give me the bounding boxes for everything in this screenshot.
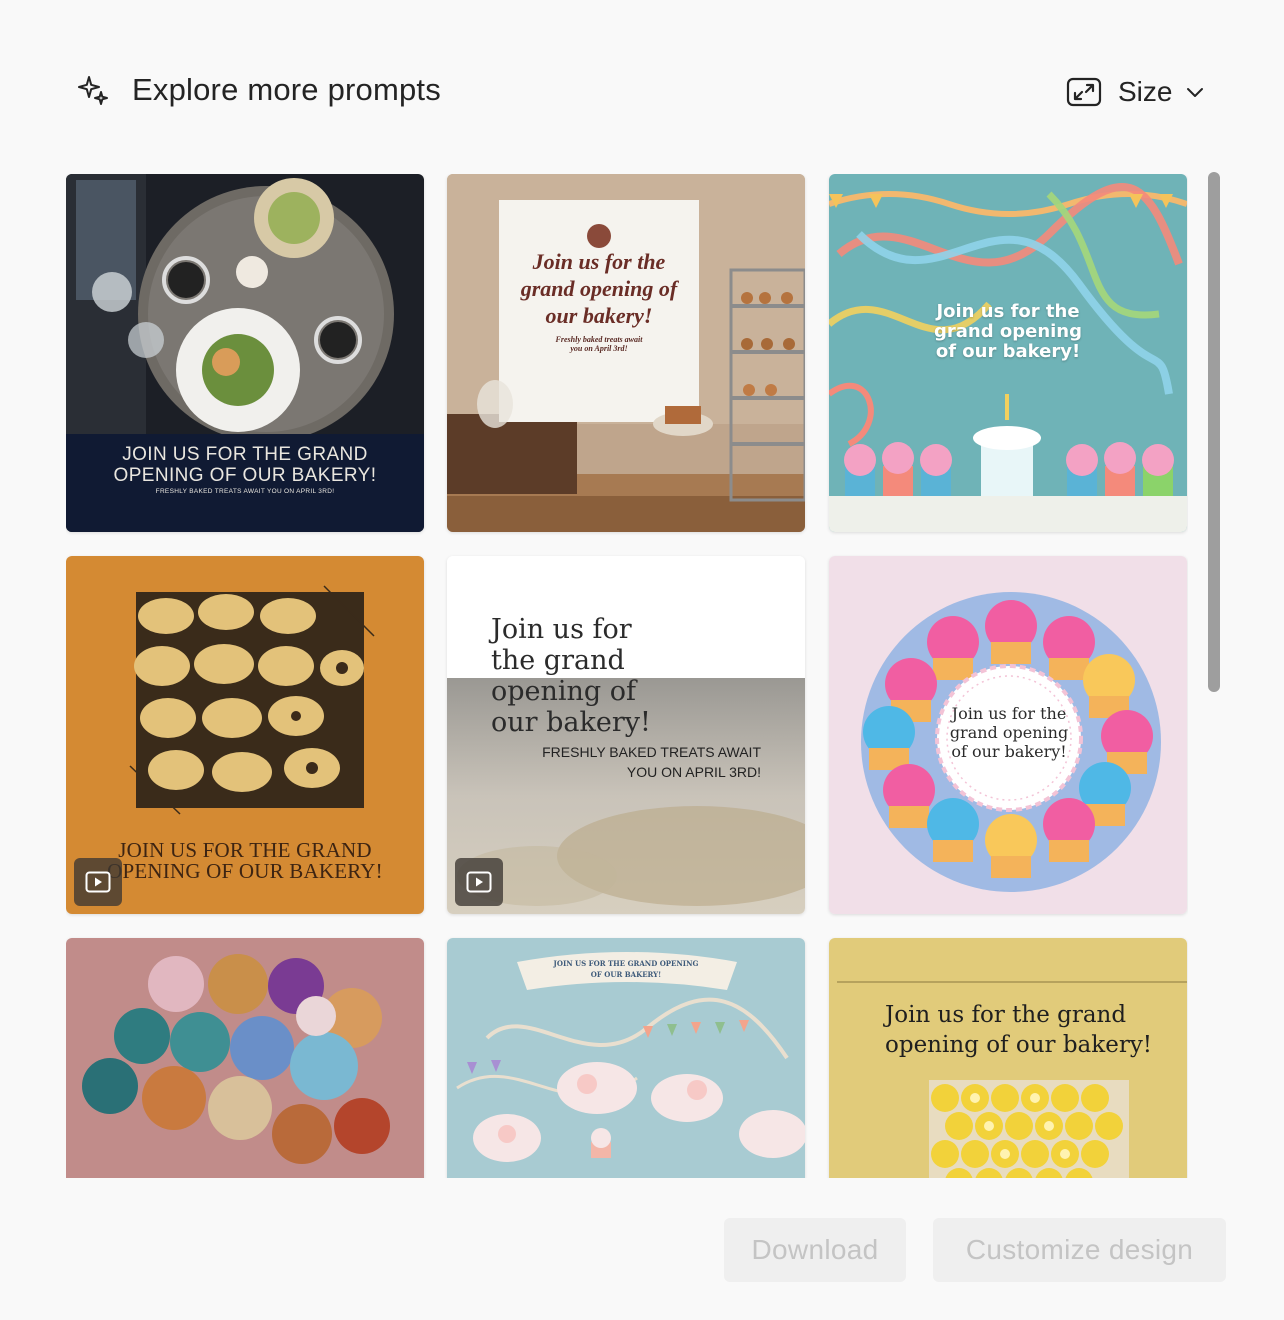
card-heading-line: JOIN US FOR THE GRAND <box>122 444 368 465</box>
card-heading-line: OPENING OF OUR BAKERY! <box>113 465 377 486</box>
video-play-icon <box>85 871 111 893</box>
download-button[interactable]: Download <box>724 1218 906 1282</box>
template-card-navy[interactable]: JOIN US FOR THE GRAND OPENING OF OUR BAK… <box>66 174 424 532</box>
expand-icon <box>1066 77 1102 107</box>
card-heading-line: Join us for the <box>936 301 1080 322</box>
template-card-teal-ribbons[interactable]: Join us for the grand opening of our bak… <box>829 174 1187 532</box>
page-title: Explore more prompts <box>132 72 441 107</box>
card-heading-line: grand opening of <box>520 276 678 301</box>
template-card-bakery-interior[interactable]: Join us for the grand opening of our bak… <box>447 174 805 532</box>
card-heading-line: of our bakery! <box>935 341 1081 362</box>
card-subtext: YOU ON APRIL 3RD! <box>626 764 761 780</box>
chevron-down-icon <box>1187 88 1204 97</box>
title-group: Explore more prompts <box>78 72 441 108</box>
card-image <box>447 174 805 532</box>
card-subtext: you on April 3rd! <box>570 344 628 353</box>
card-heading-line: the grand <box>491 645 625 676</box>
template-card-yellow-tarts[interactable]: Join us for the grand opening of our bak… <box>829 938 1187 1178</box>
scrollbar-thumb[interactable] <box>1208 172 1220 692</box>
card-banner-line: OF OUR BAKERY! <box>590 970 662 979</box>
customize-design-button[interactable]: Customize design <box>933 1218 1226 1282</box>
template-card-pastel-clouds[interactable]: JOIN US FOR THE GRAND OPENING OF OUR BAK… <box>447 938 805 1178</box>
card-image <box>66 938 424 1178</box>
video-badge <box>455 858 503 906</box>
size-dropdown-button[interactable]: Size <box>1066 72 1204 112</box>
card-subtext: FRESHLY BAKED TREATS AWAIT <box>542 744 761 760</box>
card-heading-line: opening of <box>491 676 637 707</box>
template-card-orange-pastries[interactable]: JOIN US FOR THE GRAND OPENING OF OUR BAK… <box>66 556 424 914</box>
card-heading-line: Join us for the <box>532 249 666 274</box>
card-heading-line: opening of our bakery! <box>885 1032 1153 1058</box>
sparkle-icon <box>78 76 108 105</box>
video-badge <box>74 858 122 906</box>
template-card-white-blur[interactable]: Join us for the grand opening of our bak… <box>447 556 805 914</box>
size-label: Size <box>1118 76 1173 107</box>
card-heading-line: grand opening <box>949 723 1069 742</box>
header: Explore more prompts Size <box>0 0 1284 160</box>
template-grid[interactable]: JOIN US FOR THE GRAND OPENING OF OUR BAK… <box>66 174 1188 1178</box>
template-card-balloons[interactable] <box>66 938 424 1178</box>
card-banner-line: JOIN US FOR THE GRAND OPENING <box>553 959 699 968</box>
card-heading-line: grand opening <box>933 321 1083 342</box>
card-subtext: FRESHLY BAKED TREATS AWAIT YOU ON APRIL … <box>155 488 335 495</box>
video-play-icon <box>466 871 492 893</box>
card-heading-line: Join us for the grand <box>885 1002 1127 1028</box>
card-heading-line: Join us for the <box>951 704 1067 723</box>
template-card-cupcake-wreath[interactable]: Join us for the grand opening of our bak… <box>829 556 1187 914</box>
card-heading-line: our bakery! <box>545 303 653 328</box>
card-heading-line: JOIN US FOR THE GRAND <box>118 838 372 862</box>
card-subtext: Freshly baked treats await <box>555 335 643 344</box>
card-heading-line: Join us for <box>491 614 632 645</box>
card-heading-line: of our bakery! <box>951 742 1067 761</box>
card-heading-line: our bakery! <box>491 707 651 738</box>
